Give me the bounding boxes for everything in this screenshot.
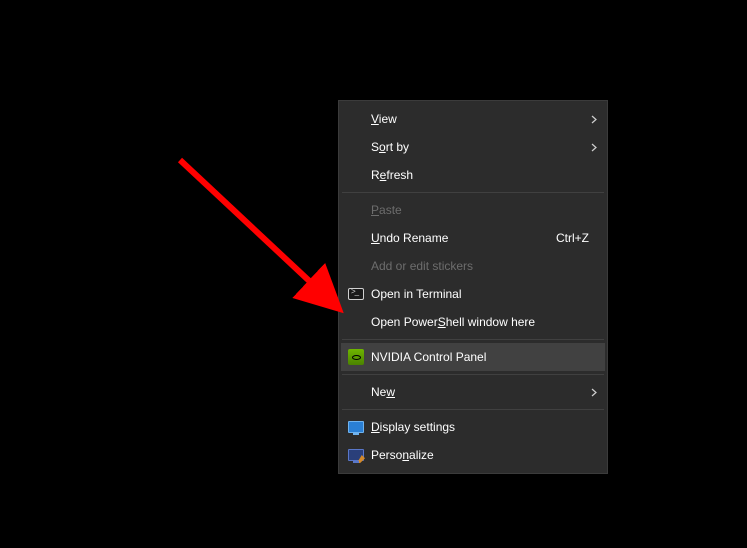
menu-separator (342, 192, 604, 193)
menu-label: Add or edit stickers (371, 259, 597, 273)
menu-label: NVIDIA Control Panel (371, 350, 597, 364)
menu-label: Refresh (371, 168, 597, 182)
chevron-right-icon (583, 115, 597, 124)
chevron-right-icon (583, 388, 597, 397)
menu-label: Open in Terminal (371, 287, 597, 301)
menu-label: Display settings (371, 420, 597, 434)
menu-label: View (371, 112, 583, 126)
menu-item-open-terminal[interactable]: Open in Terminal (341, 280, 605, 308)
nvidia-icon (341, 349, 371, 365)
desktop-context-menu: View Sort by Refresh Paste Undo Rename C… (338, 100, 608, 474)
menu-item-nvidia-control-panel[interactable]: NVIDIA Control Panel (341, 343, 605, 371)
menu-separator (342, 409, 604, 410)
menu-item-display-settings[interactable]: Display settings (341, 413, 605, 441)
menu-item-new[interactable]: New (341, 378, 605, 406)
menu-item-open-powershell[interactable]: Open PowerShell window here (341, 308, 605, 336)
menu-shortcut: Ctrl+Z (556, 231, 597, 245)
menu-separator (342, 339, 604, 340)
menu-label: Sort by (371, 140, 583, 154)
menu-label: Undo Rename (371, 231, 556, 245)
menu-separator (342, 374, 604, 375)
chevron-right-icon (583, 143, 597, 152)
menu-item-paste: Paste (341, 196, 605, 224)
menu-label: Paste (371, 203, 597, 217)
menu-label: Personalize (371, 448, 597, 462)
menu-item-view[interactable]: View (341, 105, 605, 133)
menu-item-undo-rename[interactable]: Undo Rename Ctrl+Z (341, 224, 605, 252)
menu-item-personalize[interactable]: Personalize (341, 441, 605, 469)
menu-item-refresh[interactable]: Refresh (341, 161, 605, 189)
menu-item-stickers: Add or edit stickers (341, 252, 605, 280)
menu-label: Open PowerShell window here (371, 315, 597, 329)
menu-item-sort-by[interactable]: Sort by (341, 133, 605, 161)
display-icon (341, 421, 371, 433)
menu-label: New (371, 385, 583, 399)
personalize-icon (341, 449, 371, 461)
terminal-icon (341, 288, 371, 300)
